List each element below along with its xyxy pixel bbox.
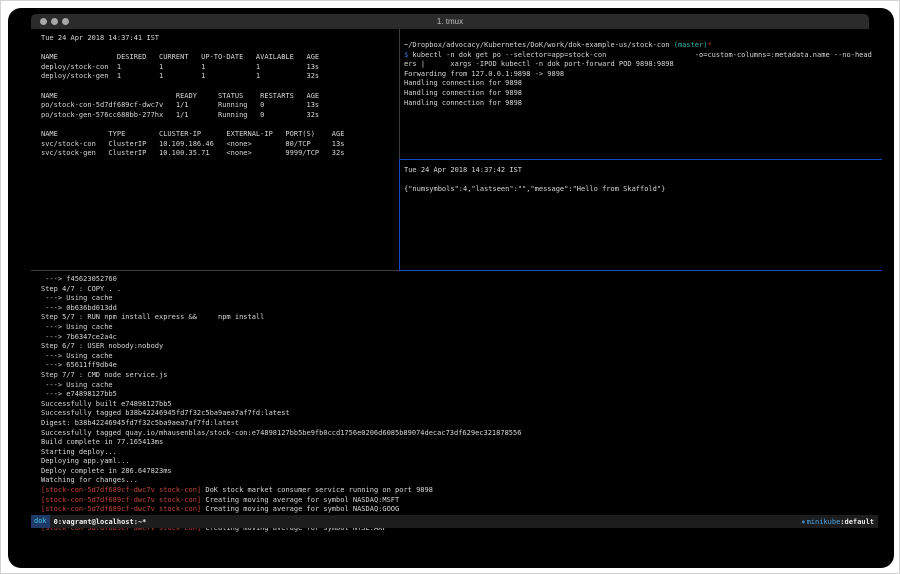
git-branch-label: (master) — [670, 41, 708, 49]
pod-log-line: [stock-con-5d7df689cf-dwc7v stock-con] C… — [41, 505, 882, 515]
pod-log-message: Creating moving average for symbol NASDA… — [201, 505, 399, 513]
shell-prompt-path-line: ~/Dropbox/advocacy/Kubernetes/DoK/work/d… — [404, 41, 882, 51]
tmux-status-bar: dok 0:vagrant@localhost:~* ⎈ minikube :d… — [31, 515, 878, 528]
cwd-path: ~/Dropbox/advocacy/Kubernetes/DoK/work/d… — [404, 41, 670, 49]
active-window-label[interactable]: 0:vagrant@localhost:~* — [50, 518, 147, 526]
pod-log-message: Creating moving average for symbol NASDA… — [201, 496, 399, 504]
pane-service-response[interactable]: Tue 24 Apr 2018 14:37:42 IST {"numsymbol… — [399, 160, 882, 270]
pod-log-line: [stock-con-5d7df689cf-dwc7v stock-con] C… — [41, 496, 882, 506]
pane-port-forward-shell[interactable]: ~/Dropbox/advocacy/Kubernetes/DoK/work/d… — [399, 29, 882, 159]
terminal-window: 1. tmux Tue 24 Apr 2018 14:37:41 IST NAM… — [8, 8, 894, 568]
pane-divider-vertical-active[interactable] — [399, 159, 400, 271]
pane-divider-vertical-inactive[interactable] — [399, 29, 400, 159]
window-title: 1. tmux — [31, 17, 869, 26]
window-titlebar[interactable]: 1. tmux — [31, 14, 869, 29]
status-right-section: ⎈ minikube :default — [801, 518, 878, 526]
git-dirty-marker: * — [707, 41, 711, 49]
pod-log-prefix: [stock-con-5d7df689cf-dwc7v stock-con] — [41, 505, 201, 513]
pod-log-prefix: [stock-con-5d7df689cf-dwc7v stock-con] — [41, 486, 201, 494]
pod-log-line: [stock-con-5d7df689cf-dwc7v stock-con] D… — [41, 486, 882, 496]
pod-log-prefix: [stock-con-5d7df689cf-dwc7v stock-con] — [41, 496, 201, 504]
tmux-terminal: Tue 24 Apr 2018 14:37:41 IST NAME DESIRE… — [8, 29, 894, 515]
port-forward-output: ers | xargs -IPOD kubectl -n dok port-fo… — [404, 60, 882, 108]
kube-namespace-label: :default — [840, 518, 874, 526]
session-name-badge[interactable]: dok — [31, 515, 50, 528]
pane-skaffold-build-log[interactable]: ---> f45623052760 Step 4/7 : COPY . . --… — [31, 271, 882, 535]
kubectl-command: kubectl -n dok get po --selector=app=sto… — [408, 51, 872, 59]
pod-log-message: DoK stock market consumer service runnin… — [201, 486, 433, 494]
screenshot-canvas: 1. tmux Tue 24 Apr 2018 14:37:41 IST NAM… — [0, 0, 900, 574]
shell-command-line: $ kubectl -n dok get po --selector=app=s… — [404, 51, 882, 61]
docker-build-log: ---> f45623052760 Step 4/7 : COPY . . --… — [41, 275, 882, 486]
kube-context-label: minikube — [807, 518, 841, 526]
pane-divider-horizontal-right[interactable] — [399, 159, 882, 160]
pane-kubectl-watch[interactable]: Tue 24 Apr 2018 14:37:41 IST NAME DESIRE… — [31, 29, 399, 249]
